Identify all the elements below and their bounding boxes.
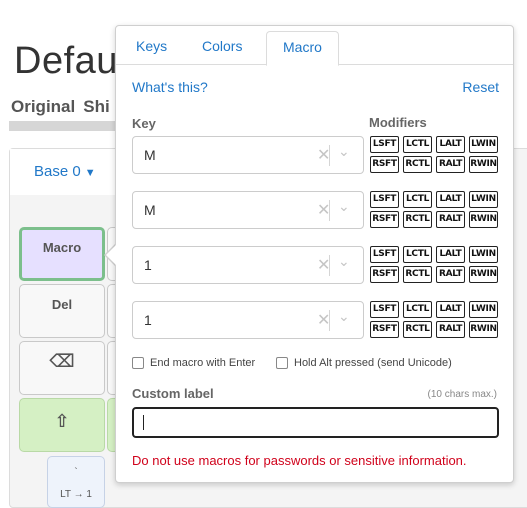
custom-label-input[interactable]: [132, 407, 499, 438]
key-grave-layer[interactable]: ` LT → 1: [47, 456, 105, 508]
select-separator: [329, 145, 330, 166]
modifier-rwin[interactable]: RWIN: [469, 321, 498, 338]
macro-key-select-4[interactable]: 1 ✕ ⌄: [132, 301, 364, 339]
modifier-lalt[interactable]: LALT: [436, 246, 465, 263]
custom-label-hint: (10 chars max.): [427, 389, 497, 400]
popover-pointer-fill: [106, 244, 117, 266]
chevron-down-icon[interactable]: ⌄: [338, 143, 350, 160]
modifier-lsft[interactable]: LSFT: [370, 136, 399, 153]
chevron-down-icon[interactable]: ⌄: [338, 308, 350, 325]
tab-underline: [9, 121, 129, 131]
caret-down-icon: ▼: [84, 167, 96, 179]
tab-keys[interactable]: Keys: [120, 31, 183, 65]
select-separator: [329, 310, 330, 331]
modifier-ralt[interactable]: RALT: [436, 266, 465, 283]
modifier-ralt[interactable]: RALT: [436, 156, 465, 173]
modifier-rwin[interactable]: RWIN: [469, 211, 498, 228]
key-top-label: `: [74, 467, 78, 478]
modifier-rsft[interactable]: RSFT: [370, 266, 399, 283]
modifier-lwin[interactable]: LWIN: [469, 191, 498, 208]
layer-selector-label: Base 0: [34, 163, 81, 180]
select-value: M: [144, 147, 156, 163]
backspace-icon: ⌫: [49, 351, 75, 371]
end-macro-with-enter-checkbox[interactable]: [132, 357, 144, 369]
modifier-rctl[interactable]: RCTL: [403, 266, 432, 283]
hold-alt-label: Hold Alt pressed (send Unicode): [294, 357, 452, 369]
modifier-lalt[interactable]: LALT: [436, 191, 465, 208]
modifier-lwin[interactable]: LWIN: [469, 136, 498, 153]
macro-key-select-2[interactable]: M ✕ ⌄: [132, 191, 364, 229]
key-backspace[interactable]: ⌫: [19, 341, 105, 395]
key-label: Del: [51, 297, 73, 312]
layout-tabs: Original Shi: [11, 97, 118, 117]
modifier-lctl[interactable]: LCTL: [403, 301, 432, 318]
modifier-lalt[interactable]: LALT: [436, 136, 465, 153]
custom-label-heading: Custom label: [132, 386, 214, 401]
hold-alt-checkbox[interactable]: [276, 357, 288, 369]
modifier-lwin[interactable]: LWIN: [469, 246, 498, 263]
select-separator: [329, 200, 330, 221]
modifier-ralt[interactable]: RALT: [436, 321, 465, 338]
macro-key-select-1[interactable]: M ✕ ⌄: [132, 136, 364, 174]
modifier-lctl[interactable]: LCTL: [403, 246, 432, 263]
modifier-lctl[interactable]: LCTL: [403, 191, 432, 208]
modifier-rctl[interactable]: RCTL: [403, 156, 432, 173]
select-separator: [329, 255, 330, 276]
modifier-rsft[interactable]: RSFT: [370, 156, 399, 173]
modifier-rsft[interactable]: RSFT: [370, 211, 399, 228]
modifier-lsft[interactable]: LSFT: [370, 246, 399, 263]
key-macro[interactable]: Macro: [19, 227, 105, 281]
page-title: Defaul: [14, 40, 127, 82]
modifier-lsft[interactable]: LSFT: [370, 301, 399, 318]
key-config-popover: Keys Colors Macro What's this? Reset Key…: [115, 25, 514, 483]
modifier-lalt[interactable]: LALT: [436, 301, 465, 318]
macro-key-select-3[interactable]: 1 ✕ ⌄: [132, 246, 364, 284]
end-macro-with-enter-label: End macro with Enter: [150, 357, 256, 369]
modifier-ralt[interactable]: RALT: [436, 211, 465, 228]
layer-selector[interactable]: Base 0 ▼: [34, 163, 96, 180]
key-column-label: Key: [132, 116, 156, 131]
modifier-lctl[interactable]: LCTL: [403, 136, 432, 153]
chevron-down-icon[interactable]: ⌄: [338, 198, 350, 215]
modifier-lsft[interactable]: LSFT: [370, 191, 399, 208]
modifier-rwin[interactable]: RWIN: [469, 156, 498, 173]
key-label: Macro: [42, 240, 82, 255]
key-del[interactable]: Del: [19, 284, 105, 338]
text-cursor: [143, 415, 144, 430]
popover-tabs: Keys Colors Macro: [116, 31, 513, 66]
end-macro-with-enter-option[interactable]: End macro with Enter: [132, 357, 255, 369]
select-value: 1: [144, 257, 152, 273]
tab-shifted[interactable]: Shi: [83, 97, 109, 116]
tab-original[interactable]: Original: [11, 97, 75, 116]
modifier-lwin[interactable]: LWIN: [469, 301, 498, 318]
key-shift[interactable]: ⇧: [19, 398, 105, 452]
modifier-rctl[interactable]: RCTL: [403, 211, 432, 228]
reset-link[interactable]: Reset: [462, 79, 499, 95]
tab-colors[interactable]: Colors: [186, 31, 258, 65]
chevron-down-icon[interactable]: ⌄: [338, 253, 350, 270]
modifiers-column-label: Modifiers: [369, 115, 427, 130]
modifier-rctl[interactable]: RCTL: [403, 321, 432, 338]
select-value: 1: [144, 312, 152, 328]
shift-icon: ⇧: [54, 411, 70, 431]
modifier-rsft[interactable]: RSFT: [370, 321, 399, 338]
modifier-rwin[interactable]: RWIN: [469, 266, 498, 283]
hold-alt-option[interactable]: Hold Alt pressed (send Unicode): [276, 357, 452, 369]
whats-this-link[interactable]: What's this?: [132, 79, 208, 95]
tab-macro[interactable]: Macro: [266, 31, 339, 66]
macro-warning-text: Do not use macros for passwords or sensi…: [132, 453, 467, 468]
select-value: M: [144, 202, 156, 218]
